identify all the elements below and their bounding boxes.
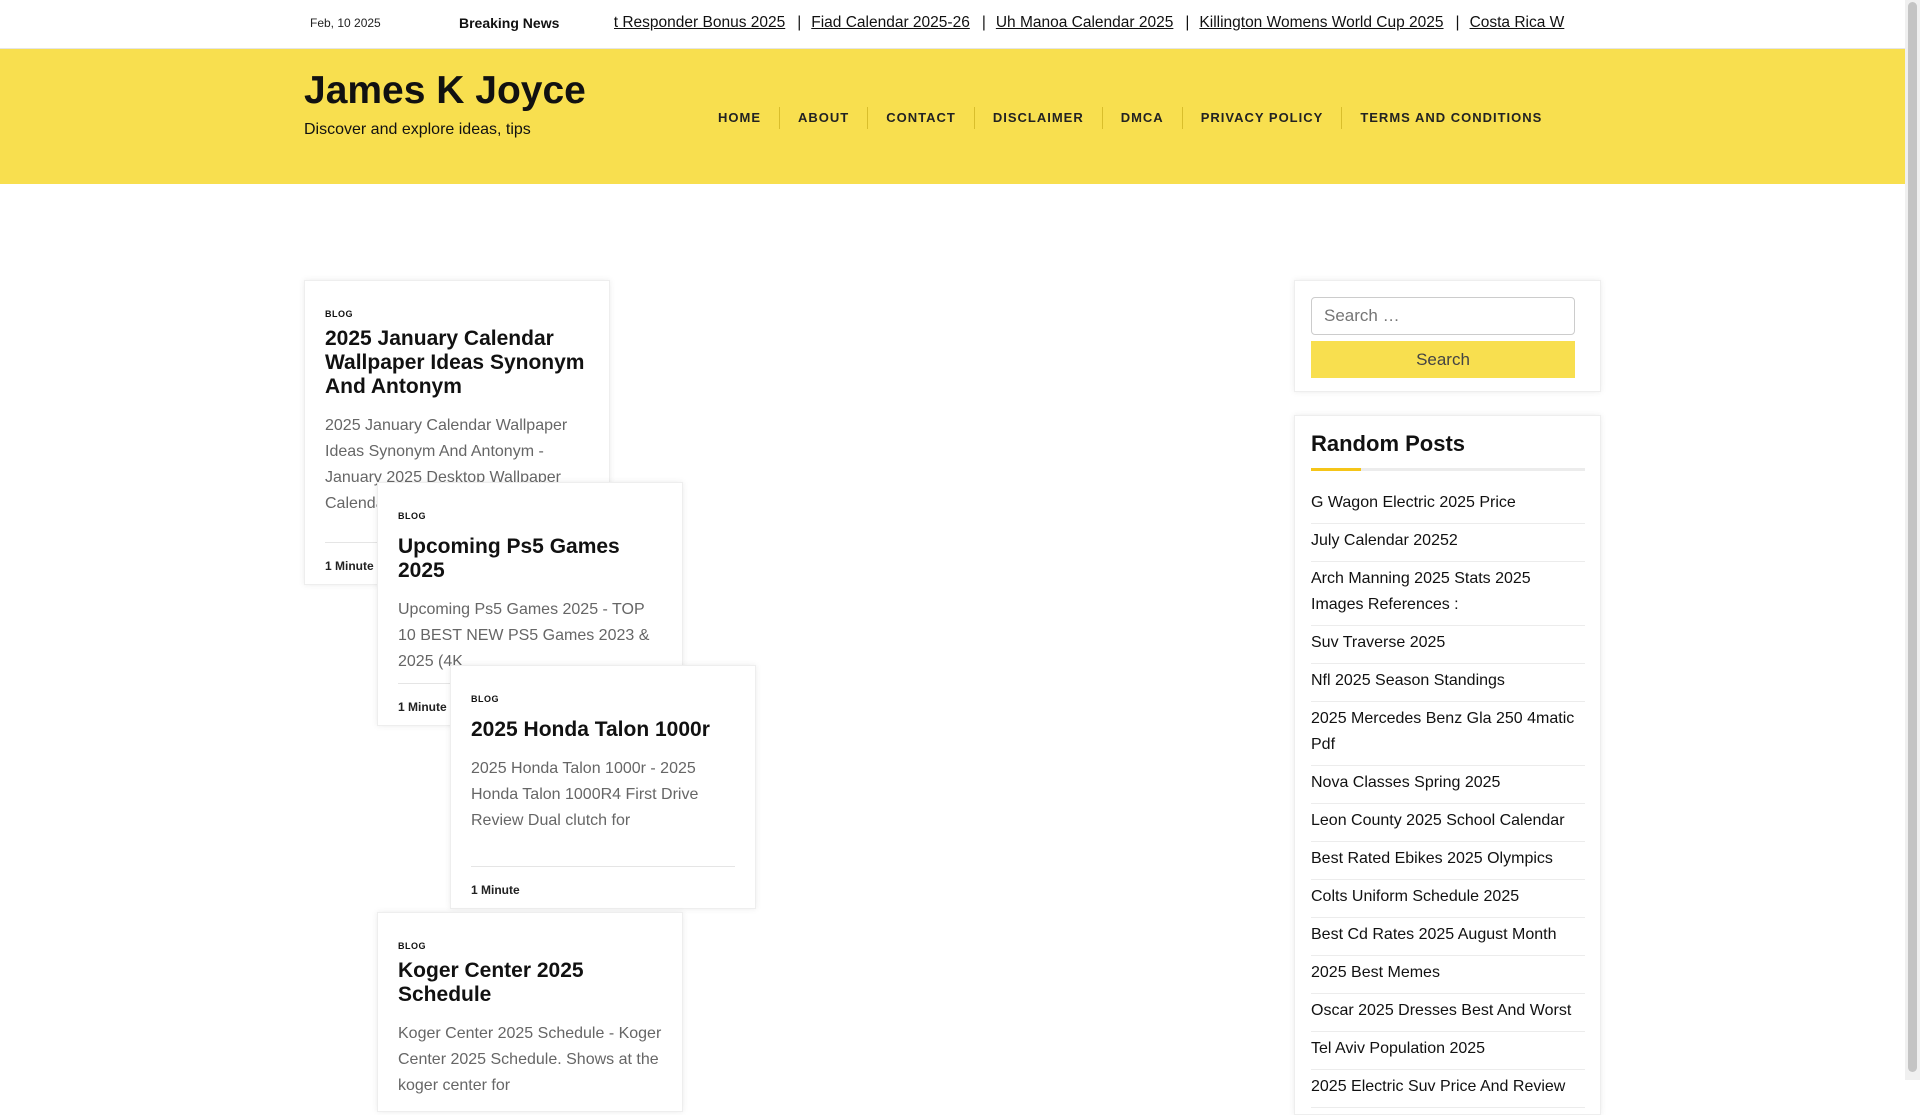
nav-disclaimer[interactable]: DISCLAIMER [975, 107, 1103, 129]
post-read-time: 1 Minute [471, 866, 735, 908]
breaking-news-ticker: st Responder Bonus 2025 | Fiad Calendar 20… [614, 0, 1614, 49]
post-category[interactable]: BLOG [398, 941, 662, 951]
site-header: James K Joyce Discover and explore ideas… [0, 49, 1905, 184]
post-excerpt: Upcoming Ps5 Games 2025 - TOP 10 BEST NE… [398, 601, 650, 670]
current-date: Feb, 10 2025 [310, 16, 381, 30]
site-title[interactable]: James K Joyce [304, 69, 586, 113]
random-post-link[interactable]: 2025 Electric Suv Price And Review [1311, 1072, 1585, 1108]
post-category[interactable]: BLOG [398, 511, 662, 521]
search-button[interactable]: Search [1311, 341, 1575, 378]
random-post-link[interactable]: Best Rated Ebikes 2025 Olympics [1311, 844, 1585, 880]
ticker-separator: | [1185, 14, 1190, 31]
random-post-link[interactable]: 2025 Best Memes [1311, 958, 1585, 994]
search-widget: Search [1294, 280, 1601, 392]
random-post-link[interactable]: Nfl 2025 Season Standings [1311, 666, 1585, 702]
ticker-link[interactable]: Costa Rica W [1470, 14, 1565, 31]
post-category[interactable]: BLOG [471, 694, 735, 704]
random-posts-list: G Wagon Electric 2025 Price July Calenda… [1311, 488, 1585, 1110]
nav-privacy-policy[interactable]: PRIVACY POLICY [1183, 107, 1343, 129]
ticker-link[interactable]: Killington Womens World Cup 2025 [1199, 14, 1443, 31]
ticker-link[interactable]: st Responder Bonus 2025 [614, 14, 785, 31]
page-scrollbar[interactable] [1905, 0, 1920, 1080]
random-post-link[interactable]: Oscar 2025 Dresses Best And Worst [1311, 996, 1585, 1032]
breaking-news-label: Breaking News [459, 15, 560, 31]
scrollbar-thumb[interactable] [1908, 2, 1917, 1072]
random-post-link[interactable]: G Wagon Electric 2025 Price [1311, 488, 1585, 524]
random-post-link[interactable]: Best Cd Rates 2025 August Month [1311, 920, 1585, 956]
ticker-separator: | [797, 14, 802, 31]
post-card: BLOG Koger Center 2025 Schedule Koger Ce… [377, 912, 683, 1112]
nav-dmca[interactable]: DMCA [1103, 107, 1183, 129]
random-post-link[interactable]: Arch Manning 2025 Stats 2025 Images Refe… [1311, 564, 1585, 626]
heading-underline-accent [1311, 468, 1361, 471]
random-post-link[interactable]: Colts Uniform Schedule 2025 [1311, 882, 1585, 918]
post-excerpt: 2025 Honda Talon 1000r - 2025 Honda Talo… [471, 760, 699, 829]
random-post-link[interactable]: Leon County 2025 School Calendar [1311, 806, 1585, 842]
random-post-link[interactable]: Tel Aviv Population 2025 [1311, 1034, 1585, 1070]
random-post-link[interactable]: Nova Classes Spring 2025 [1311, 768, 1585, 804]
top-bar: Feb, 10 2025 Breaking News st Responder … [0, 0, 1905, 49]
random-post-link[interactable]: Suv Traverse 2025 [1311, 628, 1585, 664]
post-title[interactable]: Koger Center 2025 Schedule [398, 959, 662, 1007]
random-post-link[interactable]: 2025 Mercedes Benz Gla 250 4matic Pdf [1311, 704, 1585, 766]
random-posts-heading: Random Posts [1311, 431, 1466, 456]
post-category[interactable]: BLOG [325, 309, 589, 319]
nav-home[interactable]: HOME [700, 107, 780, 129]
nav-about[interactable]: ABOUT [780, 107, 869, 129]
post-card: BLOG 2025 Honda Talon 1000r 2025 Honda T… [450, 665, 756, 909]
ticker-separator: | [981, 14, 986, 31]
post-title[interactable]: 2025 January Calendar Wallpaper Ideas Sy… [325, 327, 589, 399]
post-title[interactable]: 2025 Honda Talon 1000r [471, 718, 735, 742]
ticker-link[interactable]: Fiad Calendar 2025-26 [811, 14, 970, 31]
main-nav: HOME ABOUT CONTACT DISCLAIMER DMCA PRIVA… [700, 107, 1560, 129]
nav-contact[interactable]: CONTACT [868, 107, 975, 129]
post-excerpt: Koger Center 2025 Schedule - Koger Cente… [398, 1025, 662, 1094]
heading-underline [1311, 468, 1585, 471]
random-post-link[interactable]: July Calendar 20252 [1311, 526, 1585, 562]
post-title[interactable]: Upcoming Ps5 Games 2025 [398, 535, 662, 583]
ticker-separator: | [1455, 14, 1460, 31]
nav-terms-and-conditions[interactable]: TERMS AND CONDITIONS [1342, 107, 1560, 129]
random-posts-widget: Random Posts G Wagon Electric 2025 Price… [1294, 415, 1601, 1115]
site-tagline: Discover and explore ideas, tips [304, 121, 531, 138]
ticker-link[interactable]: Uh Manoa Calendar 2025 [996, 14, 1174, 31]
search-input[interactable] [1311, 297, 1575, 335]
